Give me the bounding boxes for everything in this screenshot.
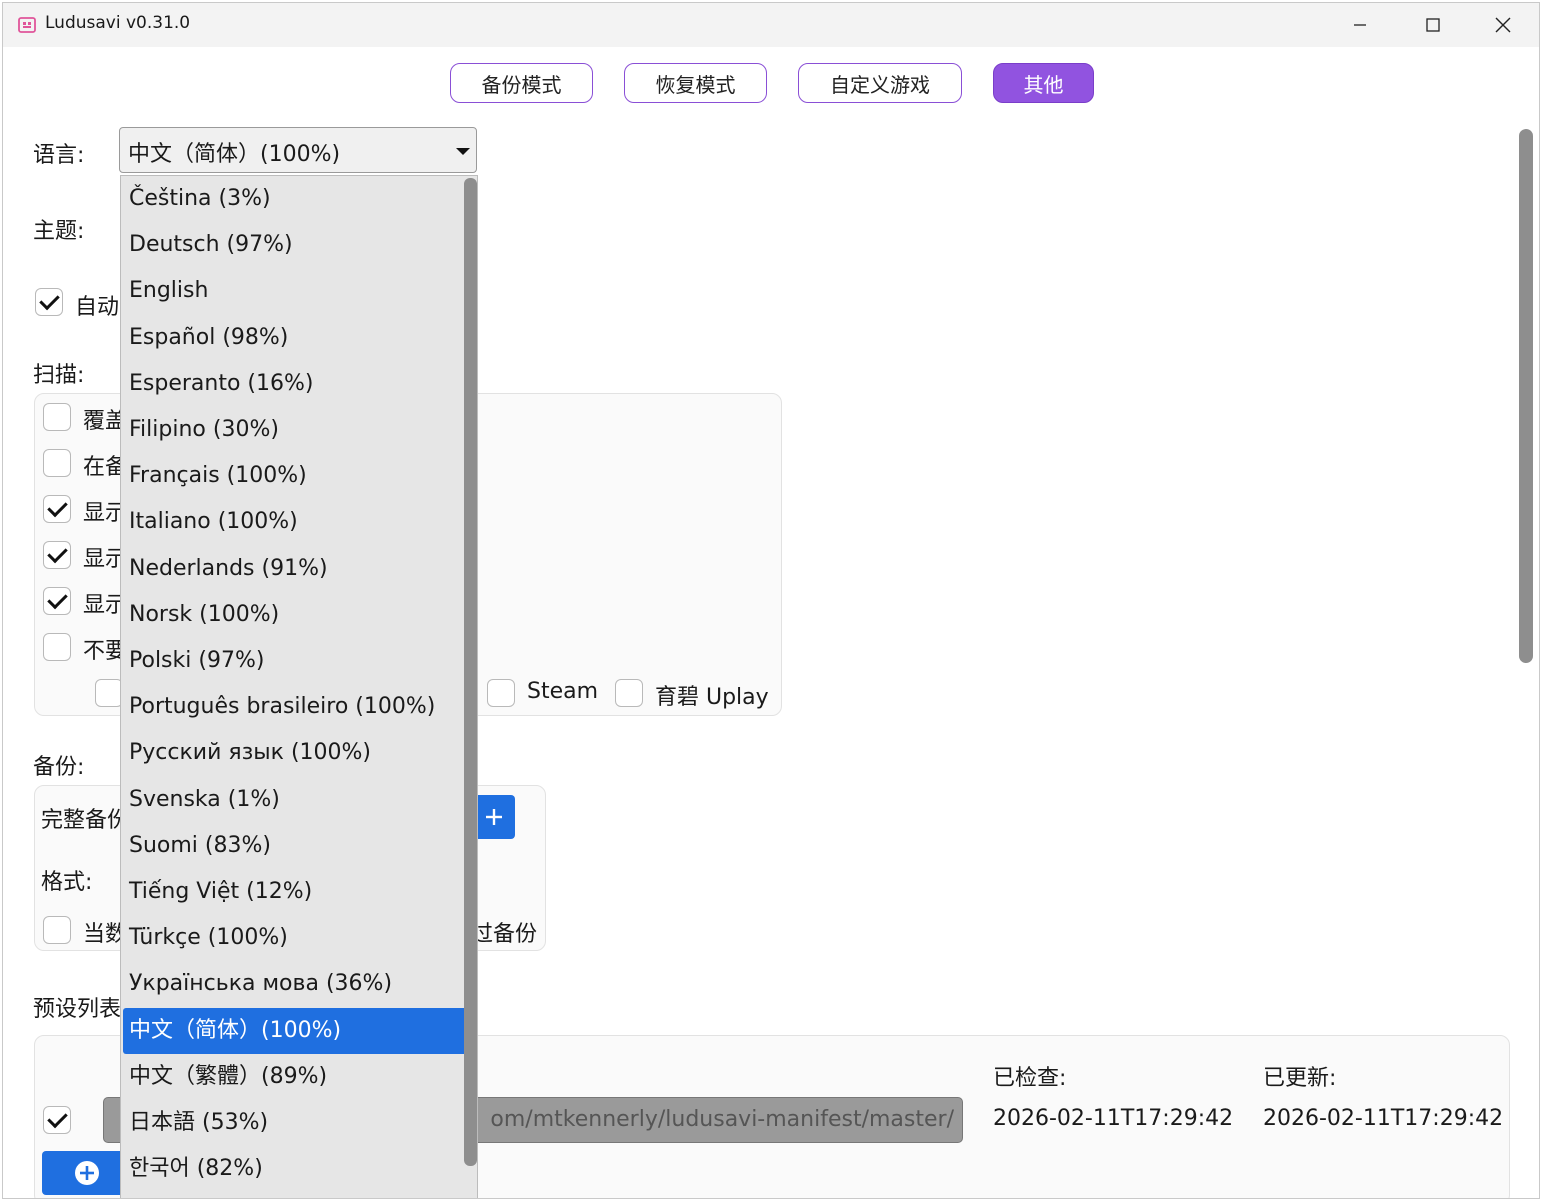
language-option[interactable]: Türkçe (100%) bbox=[121, 915, 467, 961]
chevron-down-icon bbox=[456, 148, 470, 155]
plus-icon bbox=[486, 809, 502, 825]
store-checkbox-hidden[interactable] bbox=[95, 679, 123, 707]
language-option[interactable]: Čeština (3%) bbox=[121, 176, 467, 222]
app-window: Ludusavi v0.31.0 备份模式 恢复模式 自定义游戏 其他 语言: … bbox=[2, 2, 1540, 1199]
add-backup-button[interactable] bbox=[473, 795, 515, 839]
close-icon bbox=[1495, 17, 1511, 33]
language-select[interactable]: 中文（简体）(100%) bbox=[119, 127, 477, 173]
language-option[interactable]: 한국어 (82%) bbox=[121, 1146, 467, 1192]
close-button[interactable] bbox=[1468, 3, 1538, 47]
main-scrollbar[interactable] bbox=[1519, 129, 1533, 663]
scan-label: 扫描: bbox=[33, 363, 85, 388]
language-option[interactable]: Esperanto (16%) bbox=[121, 361, 467, 407]
title-bar: Ludusavi v0.31.0 bbox=[3, 3, 1539, 47]
manifest-url-text: om/mtkennerly/ludusavi-manifest/master/ bbox=[490, 1107, 954, 1132]
tab-other[interactable]: 其他 bbox=[993, 63, 1094, 103]
scan-checkbox-4[interactable] bbox=[43, 587, 71, 615]
language-option[interactable]: Français (100%) bbox=[121, 453, 467, 499]
language-option[interactable]: Norsk (100%) bbox=[121, 592, 467, 638]
tab-backup-mode[interactable]: 备份模式 bbox=[450, 63, 593, 103]
language-option[interactable]: Tiếng Việt (12%) bbox=[121, 869, 467, 915]
scan-checkbox-1[interactable] bbox=[43, 449, 71, 477]
language-option[interactable]: Português brasileiro (100%) bbox=[121, 684, 467, 730]
updated-time: 2026-02-11T17:29:42 bbox=[1263, 1106, 1504, 1131]
maximize-button[interactable] bbox=[1398, 3, 1468, 47]
language-option[interactable]: Filipino (30%) bbox=[121, 407, 467, 453]
add-manifest-button[interactable] bbox=[42, 1151, 132, 1195]
language-option[interactable]: Svenska (1%) bbox=[121, 777, 467, 823]
skip-backup-label: 过备份 bbox=[471, 922, 538, 947]
auto-label: 自动 bbox=[75, 295, 120, 320]
checked-time: 2026-02-11T17:29:42 bbox=[993, 1106, 1234, 1131]
dropdown-scrollbar[interactable] bbox=[464, 178, 477, 1166]
minimize-button[interactable] bbox=[1325, 3, 1395, 47]
language-option[interactable]: Español (98%) bbox=[121, 315, 467, 361]
language-option[interactable]: Русский язык (100%) bbox=[121, 730, 467, 776]
window-title: Ludusavi v0.31.0 bbox=[45, 13, 191, 33]
full-backup-label: 完整备份 bbox=[41, 808, 130, 833]
format-label: 格式: bbox=[41, 870, 93, 895]
language-label: 语言: bbox=[33, 143, 85, 168]
store-checkbox-steam[interactable] bbox=[487, 679, 515, 707]
language-option[interactable]: Українська мова (36%) bbox=[121, 961, 467, 1007]
scan-checkbox-0[interactable] bbox=[43, 403, 71, 431]
theme-label: 主题: bbox=[33, 219, 85, 244]
language-option[interactable]: Deutsch (97%) bbox=[121, 222, 467, 268]
checked-label: 已检查: bbox=[993, 1066, 1067, 1091]
tab-custom-games[interactable]: 自定义游戏 bbox=[798, 63, 962, 103]
scan-checkbox-3[interactable] bbox=[43, 541, 71, 569]
manifest-label: 预设列表 bbox=[33, 997, 122, 1022]
backup-label: 备份: bbox=[33, 755, 85, 780]
app-logo-icon bbox=[18, 17, 36, 33]
scan-checkbox-5[interactable] bbox=[43, 633, 71, 661]
language-option-selected[interactable]: 中文（简体）(100%) bbox=[123, 1008, 477, 1054]
language-dropdown: Čeština (3%) Deutsch (97%) English Españ… bbox=[120, 175, 478, 1198]
language-option[interactable]: Polski (97%) bbox=[121, 638, 467, 684]
store-label-steam: Steam bbox=[527, 679, 599, 704]
store-checkbox-uplay[interactable] bbox=[615, 679, 643, 707]
language-option[interactable]: 日本語 (53%) bbox=[121, 1100, 467, 1146]
language-option[interactable]: English bbox=[121, 268, 467, 314]
language-option[interactable]: Italiano (100%) bbox=[121, 499, 467, 545]
tab-restore-mode[interactable]: 恢复模式 bbox=[624, 63, 767, 103]
auto-checkbox[interactable] bbox=[35, 288, 63, 316]
minimize-icon bbox=[1354, 24, 1366, 26]
language-option[interactable]: Suomi (83%) bbox=[121, 823, 467, 869]
language-option[interactable]: Nederlands (91%) bbox=[121, 546, 467, 592]
manifest-enabled-checkbox[interactable] bbox=[43, 1106, 71, 1134]
language-option[interactable]: 中文（繁體）(89%) bbox=[121, 1054, 467, 1100]
when-checkbox[interactable] bbox=[43, 916, 71, 944]
scan-checkbox-2[interactable] bbox=[43, 495, 71, 523]
updated-label: 已更新: bbox=[1263, 1066, 1337, 1091]
language-select-value: 中文（简体）(100%) bbox=[128, 142, 341, 167]
plus-circle-icon bbox=[75, 1161, 99, 1185]
maximize-icon bbox=[1426, 18, 1440, 32]
store-label-uplay: 育碧 Uplay bbox=[655, 685, 769, 710]
